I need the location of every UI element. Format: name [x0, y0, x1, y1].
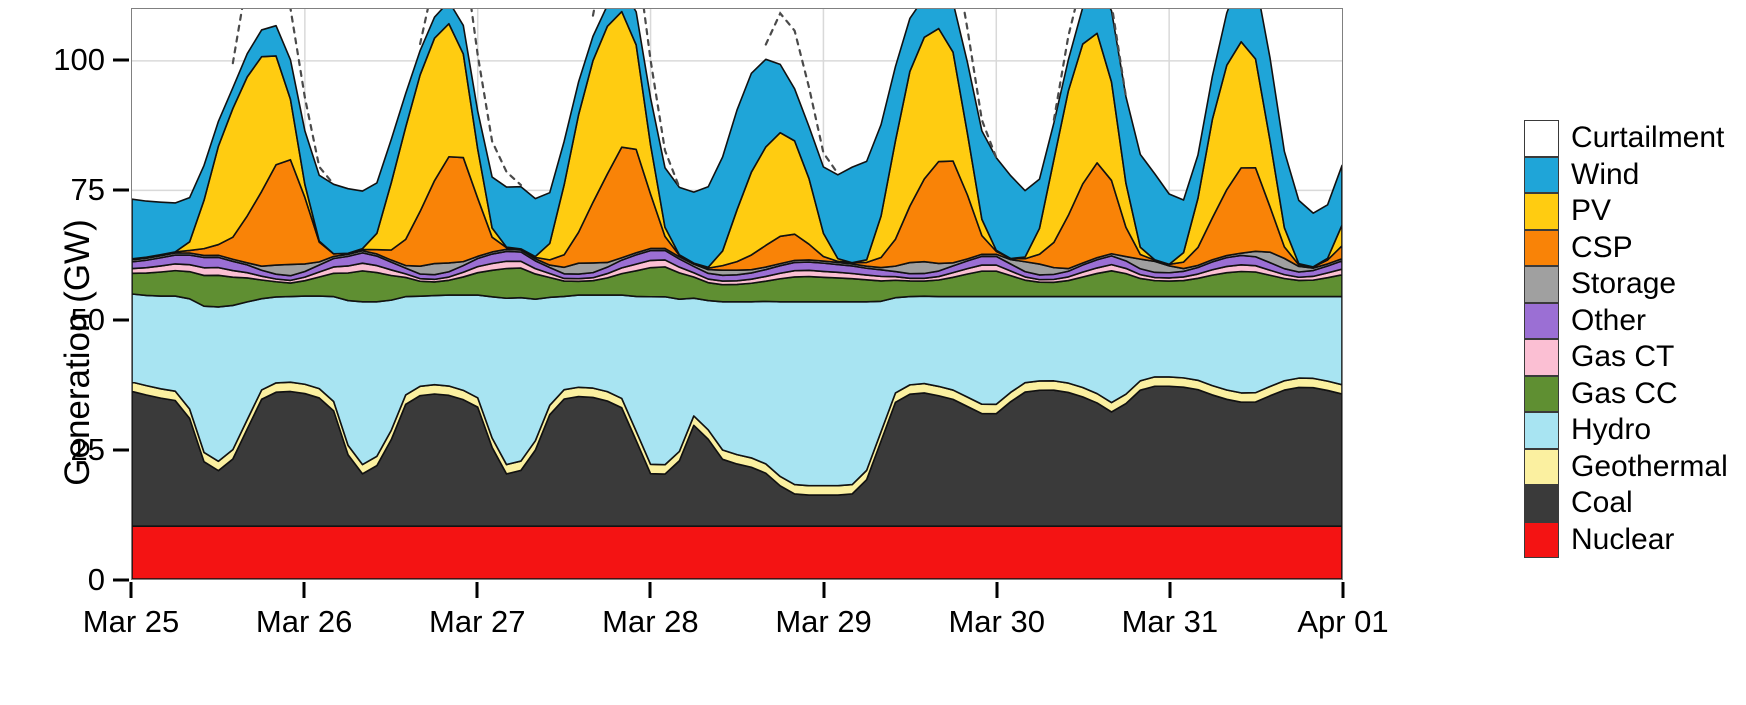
x-axis-tick-mark	[1168, 582, 1172, 598]
legend-item: Gas CT	[1524, 339, 1746, 376]
legend-item-label: Hydro	[1571, 413, 1652, 447]
legend-item: Storage	[1524, 266, 1746, 303]
legend-swatch-icon	[1524, 339, 1559, 376]
legend-swatch-icon	[1524, 302, 1559, 339]
x-axis-tick-label: Apr 01	[1297, 604, 1389, 639]
legend-item-label: Gas CC	[1571, 376, 1678, 410]
legend-item-label: PV	[1571, 194, 1612, 228]
legend-item: Hydro	[1524, 412, 1746, 449]
x-axis-tick-mark	[1341, 582, 1345, 598]
x-axis-tick-mark	[648, 582, 652, 598]
x-axis-tick-mark	[129, 582, 133, 598]
stacked-area-plot	[132, 9, 1342, 579]
legend-item: Wind	[1524, 156, 1746, 193]
generation-stacked-area-figure: Generation (GW) 0 25 50 75 100 Mar 25 Mar 26 Ma…	[0, 0, 1746, 705]
legend-item: Curtailment	[1524, 120, 1746, 157]
legend-item-label: CSP	[1571, 230, 1633, 264]
legend-item-label: Nuclear	[1571, 522, 1675, 556]
legend-item-label: Curtailment	[1571, 121, 1725, 155]
y-axis-tick-mark	[113, 188, 129, 192]
y-axis-tick-mark	[113, 58, 129, 62]
y-axis-tick-mark	[113, 448, 129, 452]
chart-legend: Curtailment Wind PV CSP Storage Other Gas CT Ga…	[1524, 120, 1746, 558]
area-series	[132, 525, 1342, 579]
legend-swatch-icon	[1524, 120, 1559, 157]
legend-swatch-icon	[1524, 156, 1559, 193]
legend-item: Geothermal	[1524, 448, 1746, 485]
legend-swatch-icon	[1524, 375, 1559, 412]
legend-item: Nuclear	[1524, 521, 1746, 558]
y-axis-tick-mark	[113, 318, 129, 322]
legend-swatch-icon	[1524, 266, 1559, 303]
x-axis-tick-mark	[302, 582, 306, 598]
legend-swatch-icon	[1524, 229, 1559, 266]
y-axis-title: Generation (GW)	[58, 219, 97, 486]
x-axis-tick-label: Mar 31	[1121, 604, 1219, 639]
y-axis-tick-label: 0	[87, 562, 105, 597]
x-axis-tick-label: Mar 26	[255, 604, 353, 639]
legend-item-label: Geothermal	[1571, 449, 1728, 483]
legend-item-label: Coal	[1571, 486, 1633, 520]
legend-item: PV	[1524, 193, 1746, 230]
y-axis-tick-mark	[113, 578, 129, 582]
plot-panel	[131, 8, 1343, 580]
x-axis-tick-label: Mar 29	[775, 604, 872, 639]
x-axis-tick-label: Mar 28	[602, 604, 699, 639]
stacked-areas	[132, 9, 1342, 579]
legend-swatch-icon	[1524, 193, 1559, 230]
legend-item-label: Wind	[1571, 157, 1640, 191]
legend-item-label: Storage	[1571, 267, 1677, 301]
y-axis-tick-label: 25	[70, 432, 105, 467]
legend-swatch-icon	[1524, 412, 1559, 449]
x-axis-tick-label: Mar 25	[82, 604, 180, 639]
x-axis-tick-mark	[475, 582, 479, 598]
legend-item: Coal	[1524, 485, 1746, 522]
legend-swatch-icon	[1524, 448, 1559, 485]
legend-item: Gas CC	[1524, 375, 1746, 412]
x-axis-tick-label: Mar 27	[429, 604, 526, 639]
x-axis-tick-mark	[995, 582, 999, 598]
legend-item: CSP	[1524, 229, 1746, 266]
legend-item: Other	[1524, 302, 1746, 339]
x-axis-tick-label: Mar 30	[948, 604, 1045, 639]
y-axis-tick-label: 100	[53, 42, 105, 77]
y-axis-tick-label: 50	[70, 302, 105, 337]
x-axis-tick-mark	[822, 582, 826, 598]
legend-swatch-icon	[1524, 485, 1559, 522]
legend-swatch-icon	[1524, 521, 1559, 558]
y-axis-tick-label: 75	[70, 172, 105, 207]
legend-item-label: Other	[1571, 303, 1647, 337]
legend-item-label: Gas CT	[1571, 340, 1675, 374]
